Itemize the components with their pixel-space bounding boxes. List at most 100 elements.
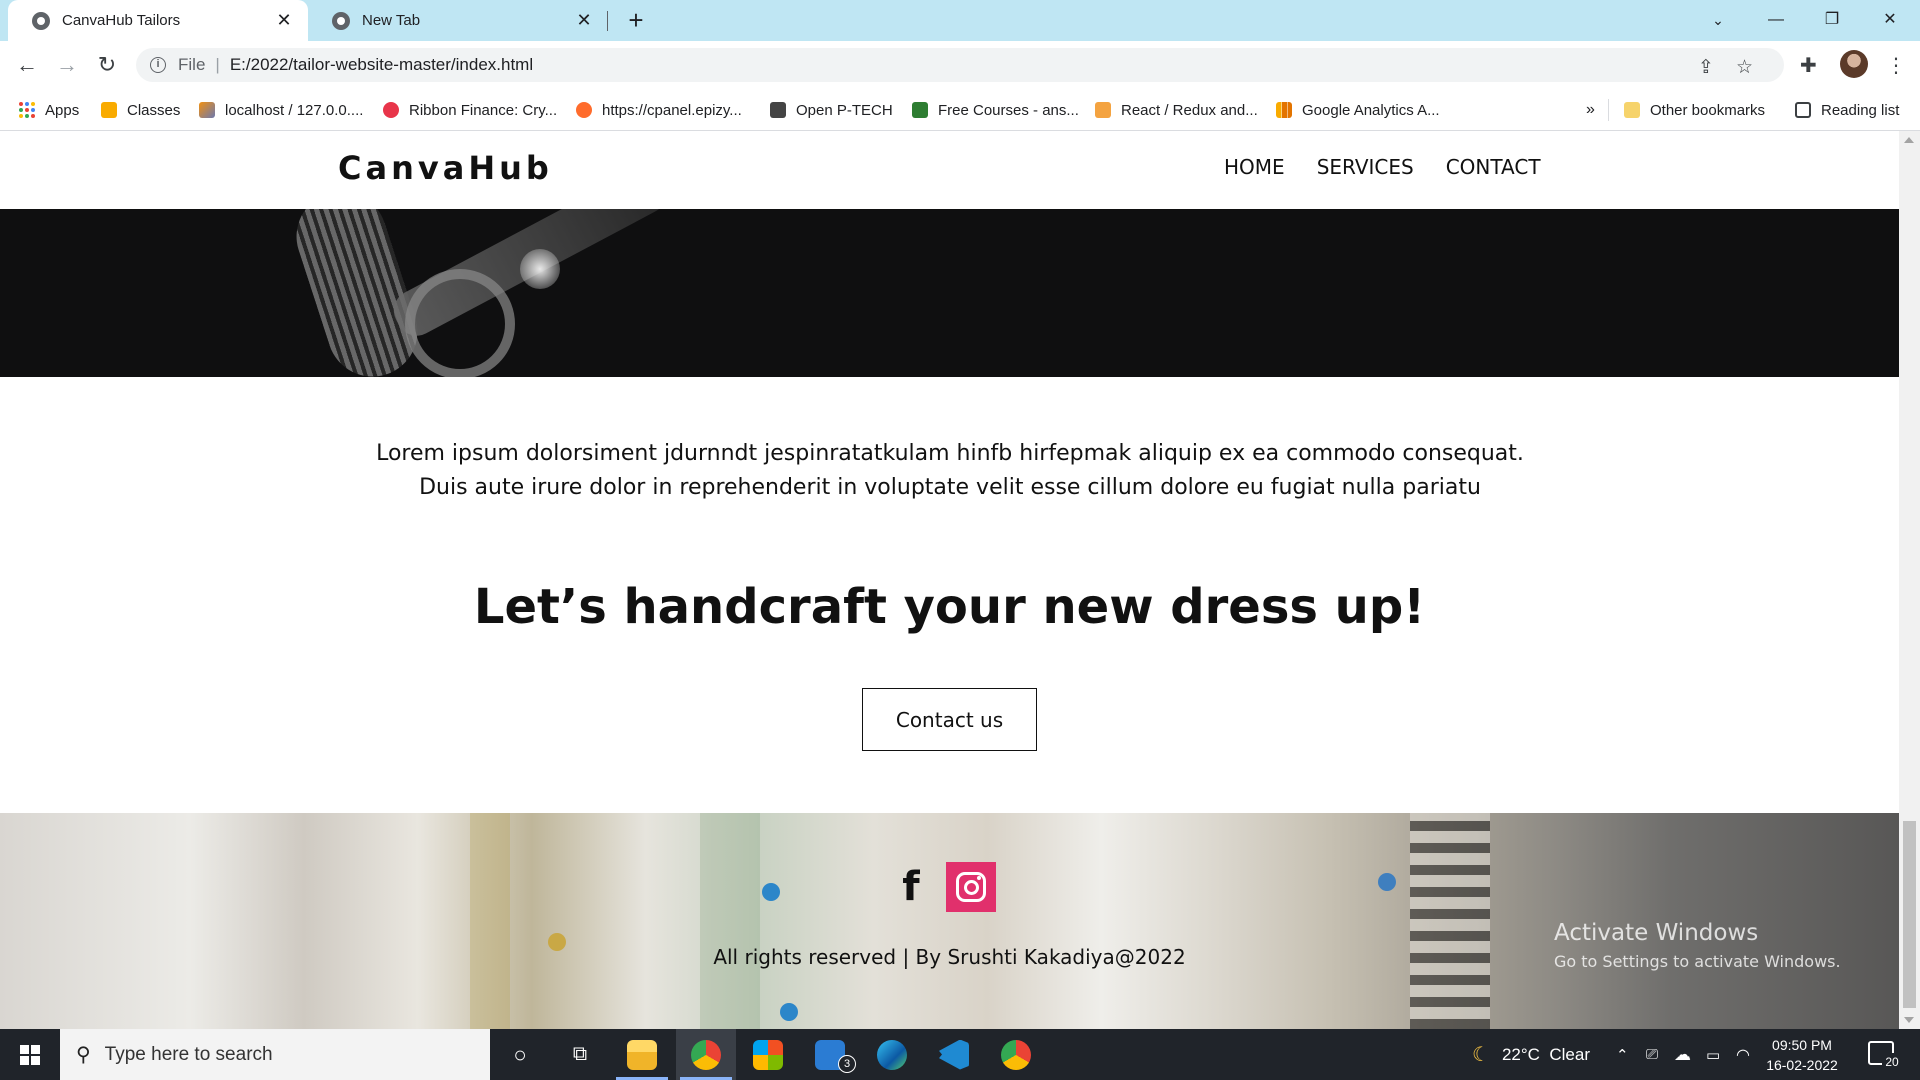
reading-list-button[interactable]: Reading list: [1795, 89, 1899, 131]
bookmark-ribbon-finance[interactable]: Ribbon Finance: Cry...: [383, 89, 557, 131]
new-tab-button[interactable]: +: [622, 6, 650, 34]
reading-list-icon: [1795, 102, 1811, 118]
reload-button[interactable]: ↻: [93, 51, 121, 79]
bookmarks-bar: Apps Classes localhost / 127.0.0.... Rib…: [0, 89, 1920, 131]
bookmark-label: Classes: [127, 101, 181, 119]
react-icon: [1095, 102, 1111, 118]
bookmark-google-analytics[interactable]: Google Analytics A...: [1276, 89, 1440, 131]
facebook-icon[interactable]: f: [886, 862, 936, 912]
bookmark-free-courses[interactable]: Free Courses - ans...: [912, 89, 1079, 131]
chrome-alt-icon[interactable]: [986, 1029, 1046, 1080]
bookmark-label: https://cpanel.epizy...: [602, 101, 742, 119]
minimize-button[interactable]: —: [1748, 0, 1804, 41]
mail-badge: 3: [838, 1055, 856, 1073]
bookmark-star-icon[interactable]: ☆: [1736, 56, 1753, 79]
tab-title: CanvaHub Tailors: [62, 12, 181, 29]
wifi-icon[interactable]: ◠: [1736, 1029, 1750, 1080]
close-window-button[interactable]: ✕: [1862, 0, 1918, 41]
search-icon: ⚲: [76, 1044, 91, 1066]
forward-button[interactable]: →: [53, 51, 81, 79]
bookmark-label: localhost / 127.0.0....: [225, 101, 364, 119]
bookmark-open-ptech[interactable]: Open P-TECH: [770, 89, 893, 131]
site-logo[interactable]: CanvaHub: [338, 149, 553, 187]
contact-us-button[interactable]: Contact us: [862, 688, 1037, 751]
address-bar[interactable]: i File | E:/2022/tailor-website-master/i…: [136, 48, 1784, 82]
menu-kebab-icon[interactable]: ⋮: [1886, 53, 1906, 78]
nav-services-link[interactable]: SERVICES: [1317, 155, 1414, 179]
tab-new-tab[interactable]: New Tab ✕: [308, 0, 608, 41]
start-button[interactable]: [0, 1029, 60, 1080]
edge-icon[interactable]: [862, 1029, 922, 1080]
activate-windows-watermark: Activate Windows Go to Settings to activ…: [1554, 920, 1841, 971]
battery-icon[interactable]: ▭: [1706, 1029, 1720, 1080]
close-icon[interactable]: ✕: [574, 10, 594, 31]
tagline-heading: Let’s handcraft your new dress up!: [473, 579, 1426, 635]
close-icon[interactable]: ✕: [274, 10, 294, 31]
tab-search-icon[interactable]: ⌄: [1690, 0, 1746, 41]
cortana-icon[interactable]: ○: [490, 1029, 550, 1080]
bookmark-label: Google Analytics A...: [1302, 101, 1440, 119]
info-icon[interactable]: i: [150, 57, 166, 73]
tab-divider: [607, 11, 608, 31]
ribbon-icon: [383, 102, 399, 118]
system-clock[interactable]: 09:50 PM 16-02-2022: [1766, 1035, 1838, 1075]
clock-time: 09:50 PM: [1772, 1037, 1832, 1053]
nav-contact-link[interactable]: CONTACT: [1446, 155, 1541, 179]
instagram-icon[interactable]: [946, 862, 996, 912]
tab-strip: CanvaHub Tailors ✕ New Tab ✕ + ⌄ — ❐ ✕: [0, 0, 1920, 41]
bookmark-react-redux[interactable]: React / Redux and...: [1095, 89, 1258, 131]
back-button[interactable]: ←: [13, 51, 41, 79]
chrome-icon: [332, 11, 350, 30]
bookmark-label: Reading list: [1821, 101, 1900, 119]
file-explorer-icon[interactable]: [612, 1029, 672, 1080]
taskbar-search-box[interactable]: ⚲ Type here to search: [60, 1029, 490, 1080]
bookmark-apps[interactable]: Apps: [19, 89, 79, 131]
site-footer: f All rights reserved | By Srushti Kakad…: [0, 813, 1899, 1029]
bookmark-classes[interactable]: Classes: [101, 89, 180, 131]
ptech-icon: [770, 102, 786, 118]
web-page: CanvaHub HOME SERVICES CONTACT Lorem ips…: [0, 131, 1899, 1029]
meet-now-icon[interactable]: ⎚: [1646, 1029, 1658, 1080]
tab-title: New Tab: [362, 12, 421, 29]
site-nav: HOME SERVICES CONTACT: [1224, 155, 1541, 179]
vscode-icon[interactable]: [924, 1029, 984, 1080]
scroll-down-arrow-icon[interactable]: [1904, 1017, 1914, 1023]
chrome-taskbar-icon[interactable]: [676, 1029, 736, 1080]
bookmark-cpanel[interactable]: https://cpanel.epizy...: [576, 89, 742, 131]
restore-button[interactable]: ❐: [1804, 0, 1860, 41]
other-bookmarks-folder[interactable]: Other bookmarks: [1624, 89, 1765, 131]
profile-avatar[interactable]: [1840, 50, 1868, 78]
analytics-icon: [1276, 102, 1292, 118]
mail-icon[interactable]: 3: [800, 1029, 860, 1080]
bookmarks-overflow-button[interactable]: »: [1586, 89, 1595, 131]
clock-date: 16-02-2022: [1766, 1057, 1838, 1073]
weather-text: 22°C Clear: [1501, 1044, 1590, 1064]
url-scheme: File: [178, 55, 206, 74]
windows-taskbar: ⚲ Type here to search ○ ⧉ 3 ☾ 22°C Clear…: [0, 1029, 1920, 1080]
page-scrollbar[interactable]: [1899, 131, 1920, 1029]
bookmark-label: React / Redux and...: [1121, 101, 1258, 119]
site-header: CanvaHub HOME SERVICES CONTACT: [0, 131, 1899, 209]
cpanel-icon: [576, 102, 592, 118]
weather-widget[interactable]: ☾ 22°C Clear: [1472, 1029, 1590, 1080]
notification-count: 20: [1882, 1053, 1902, 1071]
bookmark-label: Free Courses - ans...: [938, 101, 1079, 119]
tab-canvahub[interactable]: CanvaHub Tailors ✕: [8, 0, 308, 41]
task-view-icon[interactable]: ⧉: [550, 1029, 610, 1080]
url-text: E:/2022/tailor-website-master/index.html: [229, 55, 534, 74]
extensions-icon[interactable]: ✚: [1800, 53, 1817, 78]
social-links: f: [886, 862, 996, 912]
show-hidden-icons-chevron-icon[interactable]: ⌃: [1616, 1029, 1629, 1080]
share-icon[interactable]: ⇪: [1698, 56, 1714, 79]
onedrive-cloud-icon[interactable]: ☁: [1674, 1029, 1691, 1080]
nav-home-link[interactable]: HOME: [1224, 155, 1285, 179]
classroom-icon: [101, 102, 117, 118]
microsoft-store-icon[interactable]: [738, 1029, 798, 1080]
bookmark-label: Open P-TECH: [796, 101, 893, 119]
courses-icon: [912, 102, 928, 118]
scroll-up-arrow-icon[interactable]: [1904, 137, 1914, 143]
scrollbar-thumb[interactable]: [1903, 821, 1916, 1008]
search-placeholder: Type here to search: [104, 1043, 273, 1065]
bookmark-localhost[interactable]: localhost / 127.0.0....: [199, 89, 363, 131]
globe-icon: [32, 11, 50, 30]
